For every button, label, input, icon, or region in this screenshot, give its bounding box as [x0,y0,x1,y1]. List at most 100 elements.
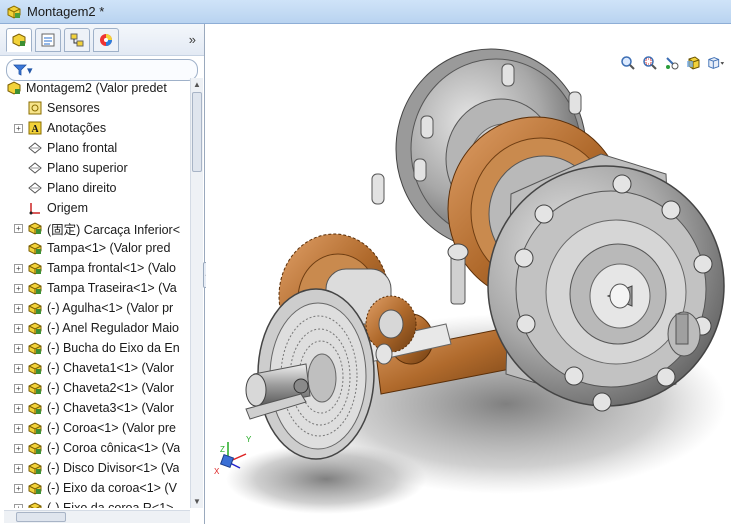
part-icon [28,322,42,335]
tree-item[interactable]: + (-) Eixo da coroa<1> (V [4,478,190,498]
assembly-tree-icon [12,32,26,47]
part-icon [28,502,42,508]
triad-x: X [214,467,220,476]
expand-icon[interactable]: + [14,383,23,393]
expand-icon[interactable]: + [14,443,23,453]
expand-icon[interactable]: + [14,483,23,493]
expand-icon[interactable]: + [14,363,23,373]
tree-item-label: (-) Eixo da coroa<1> (V [47,481,177,495]
tree-item-label: Plano superior [47,161,128,175]
tree-item-label: Plano direito [47,181,117,195]
triad-z: Z [220,445,225,454]
tree-item[interactable]: + Tampa frontal<1> (Valo [4,258,190,278]
tab-configurationmanager[interactable] [64,27,90,52]
tree-item[interactable]: + (固定) Carcaça Inferior< [4,218,190,238]
property-manager-icon [41,33,55,46]
part-icon [28,302,42,315]
tree-item[interactable]: Plano superior [4,158,190,178]
tree-item-label: (-) Chaveta2<1> (Valor [47,381,174,395]
tree-item[interactable]: Plano direito [4,178,190,198]
origin-icon [29,203,40,215]
tree-item-label: (-) Eixo da coroa R<1> [47,501,174,508]
lock-screw-head [447,243,469,261]
more-tabs-button[interactable]: » [189,32,196,47]
tab-propertymanager[interactable] [35,27,61,52]
tree-item[interactable]: Plano frontal [4,138,190,158]
appearance-icon [100,33,112,46]
tree-item-label: (-) Coroa cônica<1> (Va [47,441,181,455]
part-icon [28,262,42,275]
tree-item-label: (-) Bucha do Eixo da En [47,341,180,355]
tree-item-label: Plano frontal [47,141,118,155]
tree-item[interactable]: + (-) Chaveta2<1> (Valor [4,378,190,398]
hscroll-thumb[interactable] [16,512,66,522]
tree-horizontal-scrollbar[interactable] [4,510,190,523]
expand-icon[interactable]: + [14,343,23,353]
part-icon [28,342,42,355]
scroll-thumb[interactable] [192,92,202,172]
scroll-up-icon[interactable]: ▲ [193,80,201,89]
tree-item[interactable]: + (-) Coroa cônica<1> (Va [4,438,190,458]
front-cover [487,153,725,407]
tree-item[interactable]: + (-) Anel Regulador Maio [4,318,190,338]
expand-icon[interactable]: + [14,123,23,133]
tree-item[interactable]: + (-) Disco Divisor<1> (Va [4,458,190,478]
expand-icon[interactable]: + [14,403,23,413]
tree-item-label: (-) Disco Divisor<1> (Va [47,461,180,475]
tree-item[interactable]: Sensores [4,98,190,118]
part-icon [28,382,42,395]
plane-icon [28,182,42,194]
window-title: Montagem2 * [27,4,105,19]
graphics-viewport[interactable]: Z Y X [206,24,731,524]
expand-icon[interactable]: + [14,503,23,508]
plane-icon [28,162,42,174]
title-bar: Montagem2 * [0,0,731,24]
chevron-down-icon: ▾ [27,64,33,77]
svg-text:A: A [32,124,40,135]
tree-item[interactable]: + (-) Bucha do Eixo da En [4,338,190,358]
part-icon [28,462,42,475]
expand-icon[interactable]: + [14,463,23,473]
expand-icon[interactable]: + [14,303,23,313]
assembly-icon [7,4,21,19]
collar-ring [375,343,393,365]
tree-root-label: Montagem2 (Valor predet [26,81,167,95]
expand-icon[interactable]: + [14,223,23,233]
tree-item[interactable]: Tampa<1> (Valor pred [4,238,190,258]
assembly-icon [7,81,21,95]
part-icon [28,422,42,435]
expand-icon[interactable]: + [14,263,23,273]
tree-item-label: (-) Anel Regulador Maio [47,321,180,335]
assembly-model-render[interactable]: Z Y X [206,24,731,524]
tree-vertical-scrollbar[interactable]: ▲ ▼ [190,78,203,508]
tree-item-label: Tampa Traseira<1> (Va [47,281,177,295]
tree-item[interactable]: + A Anotações [4,118,190,138]
expand-icon[interactable]: + [14,423,23,433]
panel-tabs: » [0,24,204,56]
tree-root[interactable]: Montagem2 (Valor predet [4,78,190,98]
sensor-icon [28,101,42,115]
feature-tree: Montagem2 (Valor predet Sensores + A Anotaç… [4,78,190,508]
tree-item[interactable]: + (-) Chaveta1<1> (Valor [4,358,190,378]
tree-item[interactable]: + (-) Eixo da coroa R<1> [4,498,190,508]
part-icon [28,242,42,255]
expand-icon[interactable]: + [14,283,23,293]
tree-item[interactable]: Origem [4,198,190,218]
expand-icon[interactable]: + [14,323,23,333]
tree-item-label: (固定) Carcaça Inferior< [47,222,181,237]
tab-displaymanager[interactable] [93,27,119,52]
tree-item-label: Anotações [47,121,107,135]
tree-item[interactable]: + (-) Coroa<1> (Valor pre [4,418,190,438]
tree-item[interactable]: + (-) Agulha<1> (Valor pr [4,298,190,318]
tree-item[interactable]: + (-) Chaveta3<1> (Valor [4,398,190,418]
tree-item[interactable]: + Tampa Traseira<1> (Va [4,278,190,298]
plane-icon [28,142,42,154]
feature-manager-panel: » ▾ Montagem2 (Valor predet Sensores + A An… [0,24,205,524]
part-icon [28,282,42,295]
scroll-down-icon[interactable]: ▼ [193,497,201,506]
bevel-pinion [365,295,417,353]
tree-item-label: Tampa<1> (Valor pred [47,241,171,255]
tree-item-label: (-) Chaveta1<1> (Valor [47,361,174,375]
triad-y: Y [246,435,252,444]
tab-featuremanager[interactable] [6,27,32,52]
